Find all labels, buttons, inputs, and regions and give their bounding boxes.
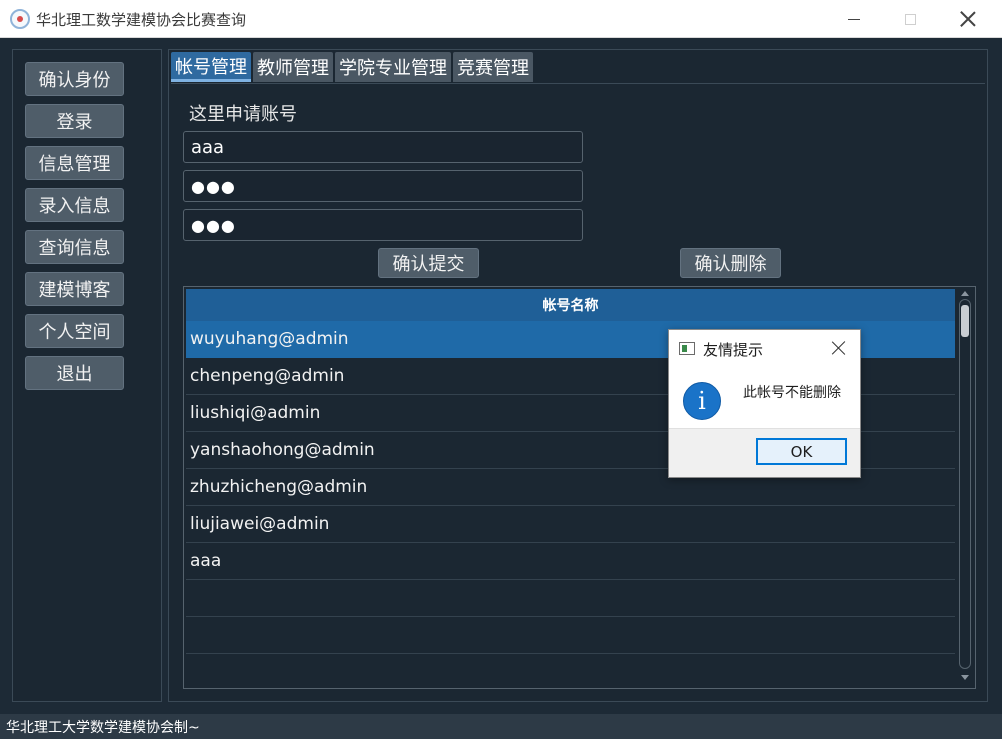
alert-dialog: 友情提示 i 此帐号不能删除 OK <box>668 329 861 478</box>
minimize-icon <box>848 18 860 20</box>
scroll-thumb[interactable] <box>961 305 969 337</box>
empty-table-row <box>186 617 955 654</box>
tab-competition-management[interactable]: 竞赛管理 <box>453 52 533 82</box>
info-icon: i <box>683 382 721 420</box>
tab-teacher-management[interactable]: 教师管理 <box>253 52 333 82</box>
app-logo-icon <box>10 9 30 29</box>
close-button[interactable] <box>940 0 996 38</box>
confirm-password-input[interactable]: ●●● <box>183 209 583 241</box>
empty-table-row <box>186 654 955 688</box>
dialog-footer: OK <box>669 428 860 477</box>
apply-account-heading: 这里申请账号 <box>189 104 297 125</box>
sidebar-item-info-management[interactable]: 信息管理 <box>25 146 124 180</box>
tab-account-management[interactable]: 帐号管理 <box>171 52 251 82</box>
window-title: 华北理工数学建模协会比赛查询 <box>36 11 247 29</box>
dialog-close-icon[interactable] <box>831 340 847 356</box>
dialog-window-icon <box>679 342 695 355</box>
vertical-scrollbar[interactable] <box>957 289 973 685</box>
minimize-button[interactable] <box>826 0 882 38</box>
sidebar: 确认身份 登录 信息管理 录入信息 查询信息 建模博客 个人空间 退出 <box>12 49 162 702</box>
title-bar: 华北理工数学建模协会比赛查询 <box>0 0 1002 38</box>
content-panel: 帐号管理 教师管理 学院专业管理 竞赛管理 这里申请账号 aaa ●●● ●●●… <box>168 49 988 702</box>
scroll-down-icon[interactable] <box>961 675 969 680</box>
sidebar-item-enter-info[interactable]: 录入信息 <box>25 188 124 222</box>
maximize-button[interactable] <box>882 0 938 38</box>
table-row[interactable]: aaa <box>186 543 955 580</box>
tab-college-major-management[interactable]: 学院专业管理 <box>335 52 451 82</box>
sidebar-item-exit[interactable]: 退出 <box>25 356 124 390</box>
sidebar-item-login[interactable]: 登录 <box>25 104 124 138</box>
close-icon <box>960 11 976 27</box>
password-input[interactable]: ●●● <box>183 170 583 202</box>
sidebar-item-modeling-blog[interactable]: 建模博客 <box>25 272 124 306</box>
username-input[interactable]: aaa <box>183 131 583 163</box>
scroll-track[interactable] <box>959 299 971 669</box>
submit-button[interactable]: 确认提交 <box>378 248 479 278</box>
table-row[interactable]: liujiawei@admin <box>186 506 955 543</box>
sidebar-item-query-info[interactable]: 查询信息 <box>25 230 124 264</box>
sidebar-item-personal-space[interactable]: 个人空间 <box>25 314 124 348</box>
dialog-message: 此帐号不能删除 <box>743 385 841 401</box>
sidebar-item-confirm-identity[interactable]: 确认身份 <box>25 62 124 96</box>
dialog-title: 友情提示 <box>703 341 764 359</box>
empty-table-row <box>186 580 955 617</box>
column-header-account-name[interactable]: 帐号名称 <box>186 289 955 321</box>
status-bar: 华北理工大学数学建模协会制~ <box>0 714 1002 739</box>
maximize-icon <box>904 13 916 25</box>
ok-button[interactable]: OK <box>756 438 847 465</box>
scroll-up-icon[interactable] <box>961 291 969 296</box>
delete-button[interactable]: 确认删除 <box>680 248 781 278</box>
tab-divider <box>171 83 985 84</box>
